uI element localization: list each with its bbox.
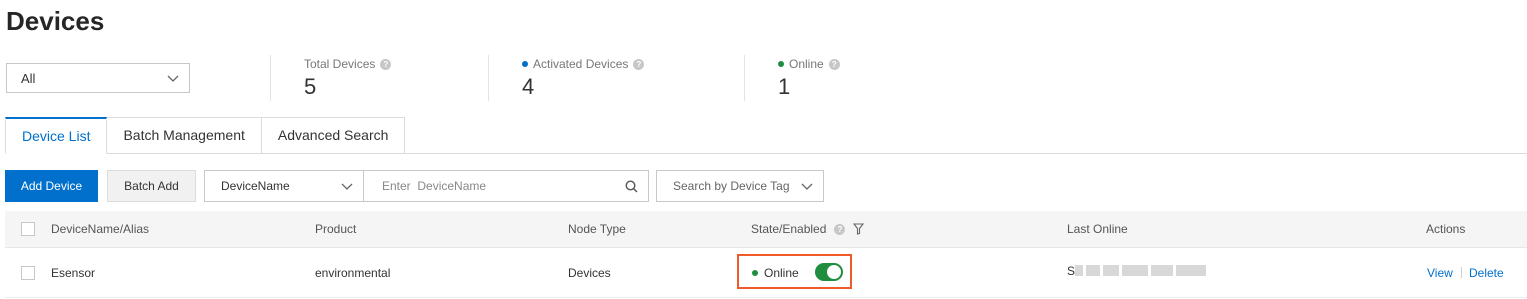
chevron-down-icon — [801, 183, 813, 190]
search-field-value: DeviceName — [221, 179, 290, 193]
product-filter-select[interactable]: All — [6, 63, 190, 93]
help-icon[interactable]: ? — [828, 58, 840, 70]
tab-advanced-search[interactable]: Advanced Search — [261, 117, 406, 154]
page-title: Devices — [6, 6, 105, 36]
table-header: DeviceName/Alias Product Node Type State… — [5, 211, 1527, 248]
tab-batch-management[interactable]: Batch Management — [107, 117, 262, 154]
row-checkbox[interactable] — [21, 265, 35, 280]
stat-activated-devices: Activated Devices? 4 — [488, 55, 645, 101]
help-icon[interactable]: ? — [380, 58, 392, 70]
add-device-button[interactable]: Add Device — [5, 170, 98, 202]
stat-label: Online — [789, 57, 824, 71]
chevron-down-icon — [341, 183, 353, 190]
column-header-product: Product — [315, 222, 357, 236]
stat-value: 5 — [304, 74, 317, 99]
device-node-type: Devices — [568, 265, 611, 280]
last-online-value: S — [1067, 264, 1076, 278]
search-placeholder: Enter DeviceName — [382, 179, 487, 193]
stat-value: 4 — [522, 74, 535, 99]
stat-value: 1 — [778, 74, 791, 99]
batch-add-button[interactable]: Batch Add — [107, 170, 196, 202]
device-name: Esensor — [51, 265, 96, 280]
search-field-select[interactable]: DeviceName — [204, 170, 364, 202]
status-dot-icon — [522, 61, 528, 67]
redacted-timestamp — [1075, 265, 1215, 276]
highlight-box — [737, 254, 852, 289]
tab-device-list[interactable]: Device List — [5, 117, 108, 154]
stat-online: Online? 1 — [744, 55, 840, 101]
search-icon[interactable] — [625, 180, 638, 193]
funnel-icon[interactable] — [853, 223, 865, 235]
device-product: environmental — [315, 265, 391, 280]
status-dot-icon — [778, 61, 784, 67]
column-header-name: DeviceName/Alias — [51, 222, 150, 236]
column-header-state-label: State/Enabled — [751, 222, 827, 236]
delete-link[interactable]: Delete — [1469, 266, 1504, 280]
column-header-node-type: Node Type — [568, 222, 626, 236]
device-tag-search[interactable]: Search by Device Tag — [656, 170, 824, 202]
search-input[interactable]: Enter DeviceName — [363, 170, 649, 202]
select-all-checkbox[interactable] — [21, 222, 35, 236]
help-icon[interactable]: ? — [633, 58, 645, 70]
tag-search-placeholder: Search by Device Tag — [673, 179, 790, 193]
column-header-state: State/Enabled ? — [751, 222, 865, 236]
view-link[interactable]: View — [1427, 266, 1453, 280]
stat-label: Activated Devices — [533, 57, 629, 71]
column-header-last-online: Last Online — [1067, 222, 1128, 236]
chevron-down-icon — [167, 75, 179, 82]
stat-label: Total Devices — [304, 57, 376, 71]
stat-total-devices: Total Devices? 5 — [270, 55, 392, 101]
column-header-actions: Actions — [1426, 222, 1466, 236]
product-filter-value: All — [21, 70, 36, 86]
tab-bar: Device List Batch Management Advanced Se… — [5, 117, 406, 154]
help-icon[interactable]: ? — [834, 223, 846, 235]
action-separator — [1461, 267, 1462, 278]
